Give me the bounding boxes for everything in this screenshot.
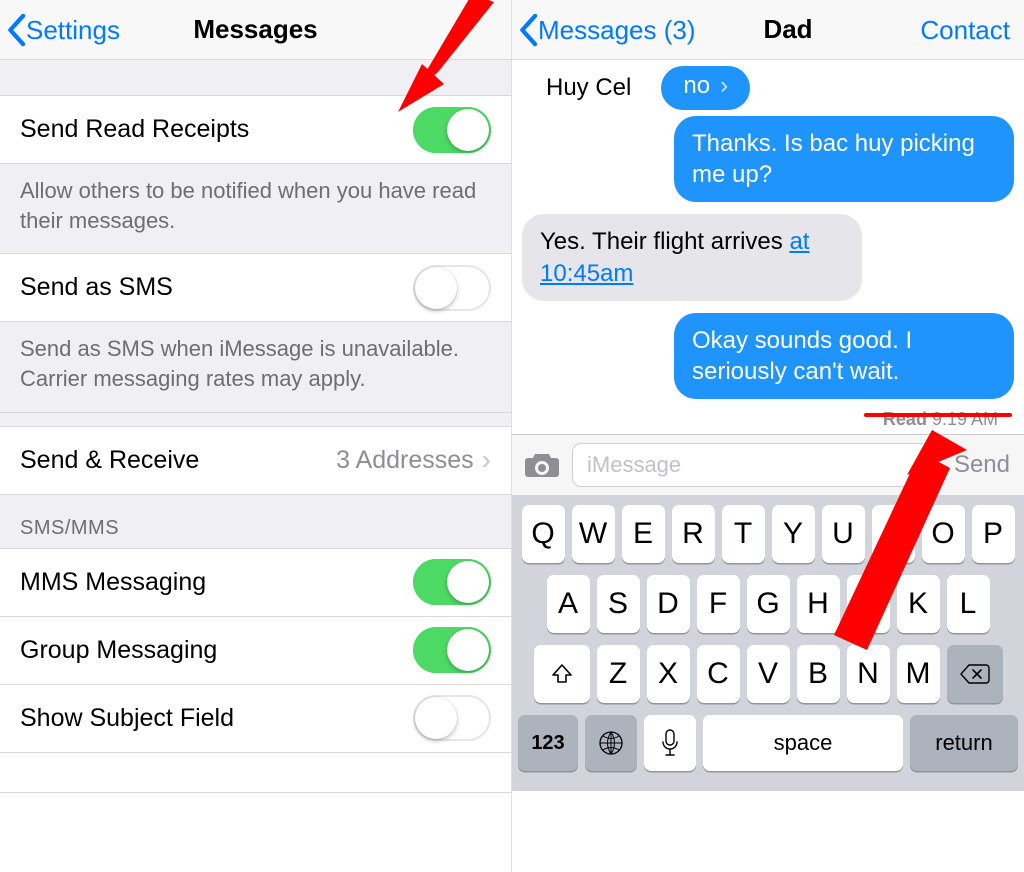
conversation-back-label: Messages (3) [538, 15, 696, 46]
group-toggle[interactable] [413, 627, 491, 673]
sent-partial-text: no [683, 72, 710, 100]
row-read-receipts[interactable]: Send Read Receipts [0, 96, 511, 164]
chevron-left-icon [518, 13, 538, 47]
mms-toggle[interactable] [413, 559, 491, 605]
key-c[interactable]: C [697, 645, 740, 703]
send-sms-toggle[interactable] [413, 265, 491, 311]
key-g[interactable]: G [747, 575, 790, 633]
key-f[interactable]: F [697, 575, 740, 633]
subject-label: Show Subject Field [20, 704, 234, 733]
key-p[interactable]: P [972, 505, 1015, 563]
contact-button[interactable]: Contact [920, 0, 1010, 60]
settings-back-label: Settings [26, 15, 120, 46]
sent-bubble-2: Okay sounds good. I seriously can't wait… [674, 313, 1014, 399]
shift-icon [550, 662, 574, 686]
key-x[interactable]: X [647, 645, 690, 703]
globe-icon [597, 729, 625, 757]
key-l[interactable]: L [947, 575, 990, 633]
conversation-navbar: Messages (3) Dad Contact [512, 0, 1024, 60]
camera-icon [524, 451, 560, 479]
key-space[interactable]: space [703, 715, 903, 771]
backspace-icon [959, 662, 991, 686]
send-button[interactable]: Send [950, 451, 1014, 479]
row-cut-off [0, 753, 511, 793]
key-a[interactable]: A [547, 575, 590, 633]
keyboard-row-4: 123 space return [518, 715, 1018, 771]
send-receive-label: Send & Receive [20, 446, 199, 475]
row-subject[interactable]: Show Subject Field [0, 685, 511, 753]
key-globe[interactable] [585, 715, 637, 771]
keyboard-row-1: Q W E R T Y U I O P [518, 505, 1018, 563]
camera-button[interactable] [522, 449, 562, 481]
key-r[interactable]: R [672, 505, 715, 563]
conversation-title: Dad [763, 14, 812, 45]
row-send-receive[interactable]: Send & Receive 3 Addresses › [0, 427, 511, 495]
read-receipts-label: Send Read Receipts [20, 115, 249, 144]
received-partial-text: Huy Cel [546, 74, 631, 102]
read-receipts-note: Allow others to be notified when you hav… [0, 164, 511, 254]
key-e[interactable]: E [622, 505, 665, 563]
key-v[interactable]: V [747, 645, 790, 703]
key-o[interactable]: O [922, 505, 965, 563]
send-sms-note: Send as SMS when iMessage is unavailable… [0, 322, 511, 412]
key-s[interactable]: S [597, 575, 640, 633]
subject-toggle[interactable] [413, 695, 491, 741]
key-i[interactable]: I [872, 505, 915, 563]
key-u[interactable]: U [822, 505, 865, 563]
key-123[interactable]: 123 [518, 715, 578, 771]
key-return[interactable]: return [910, 715, 1018, 771]
send-sms-label: Send as SMS [20, 273, 173, 302]
keyboard-row-2: A S D F G H J K L [518, 575, 1018, 633]
key-m[interactable]: M [897, 645, 940, 703]
annotation-underline [864, 413, 1012, 417]
conversation-pane: Messages (3) Dad Contact Huy Cel no › Th… [512, 0, 1024, 872]
keyboard-row-3: Z X C V B N M [518, 645, 1018, 703]
microphone-icon [660, 728, 680, 758]
key-z[interactable]: Z [597, 645, 640, 703]
key-shift[interactable] [534, 645, 590, 703]
key-q[interactable]: Q [522, 505, 565, 563]
settings-navbar: Settings Messages [0, 0, 511, 60]
sent-partial-bubble: no › [661, 66, 750, 110]
row-mms[interactable]: MMS Messaging [0, 549, 511, 617]
key-n[interactable]: N [847, 645, 890, 703]
row-group[interactable]: Group Messaging [0, 617, 511, 685]
settings-back-button[interactable]: Settings [6, 0, 120, 60]
read-receipts-toggle[interactable] [413, 107, 491, 153]
received-bubble-1: Yes. Their flight arrives at 10:45am [522, 214, 862, 300]
row-send-sms[interactable]: Send as SMS [0, 254, 511, 322]
key-k[interactable]: K [897, 575, 940, 633]
keyboard: Q W E R T Y U I O P A S D F G H J K L [512, 495, 1024, 791]
send-receive-detail: 3 Addresses [336, 446, 474, 475]
received-text-prefix: Yes. Their flight arrives [540, 228, 789, 255]
key-w[interactable]: W [572, 505, 615, 563]
sent-bubble-1: Thanks. Is bac huy picking me up? [674, 116, 1014, 202]
key-mic[interactable] [644, 715, 696, 771]
settings-title: Messages [193, 14, 317, 45]
sms-mms-header: SMS/MMS [0, 495, 511, 549]
key-h[interactable]: H [797, 575, 840, 633]
key-b[interactable]: B [797, 645, 840, 703]
key-backspace[interactable] [947, 645, 1003, 703]
key-d[interactable]: D [647, 575, 690, 633]
mms-label: MMS Messaging [20, 568, 206, 597]
conversation-back-button[interactable]: Messages (3) [518, 0, 696, 60]
key-t[interactable]: T [722, 505, 765, 563]
chevron-left-icon [6, 13, 26, 47]
chat-area[interactable]: Huy Cel no › Thanks. Is bac huy picking … [512, 60, 1024, 434]
chevron-right-icon: › [720, 72, 728, 100]
group-label: Group Messaging [20, 636, 217, 665]
settings-messages-pane: Settings Messages Send Read Receipts All… [0, 0, 512, 872]
key-y[interactable]: Y [772, 505, 815, 563]
chevron-right-icon: › [482, 444, 491, 476]
message-input-bar: iMessage Send [512, 434, 1024, 495]
key-j[interactable]: J [847, 575, 890, 633]
message-input[interactable]: iMessage [572, 443, 940, 487]
